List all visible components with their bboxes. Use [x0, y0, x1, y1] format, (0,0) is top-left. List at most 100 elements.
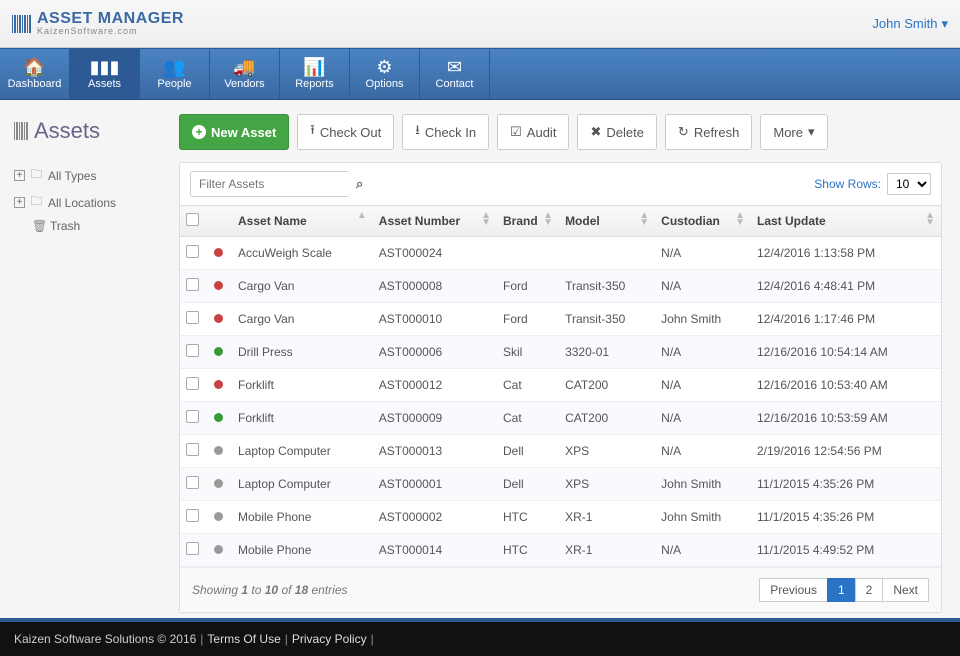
- table-row[interactable]: AccuWeigh ScaleAST000024N/A12/4/2016 1:1…: [180, 237, 941, 270]
- more-button[interactable]: More ▾: [760, 114, 827, 150]
- nav-reports[interactable]: 📊Reports: [280, 49, 350, 99]
- col-c1[interactable]: [208, 206, 232, 237]
- search-icon[interactable]: ⌕: [356, 176, 363, 192]
- select-all-checkbox[interactable]: [186, 213, 199, 226]
- pager-page-2[interactable]: 2: [855, 578, 884, 602]
- refresh-button[interactable]: ↻Refresh: [665, 114, 752, 150]
- expand-icon[interactable]: +: [14, 197, 25, 208]
- table-row[interactable]: Mobile PhoneAST000002HTCXR-1John Smith11…: [180, 501, 941, 534]
- cell-asset-name: Forklift: [232, 369, 373, 402]
- table-row[interactable]: Cargo VanAST000010FordTransit-350John Sm…: [180, 303, 941, 336]
- topbar: ASSET MANAGER KaizenSoftware.com John Sm…: [0, 0, 960, 48]
- row-checkbox[interactable]: [186, 410, 199, 423]
- show-rows-select[interactable]: 10: [887, 173, 931, 195]
- filter-input[interactable]: [197, 172, 356, 196]
- check-in-button[interactable]: ⭳Check In: [402, 114, 489, 150]
- filter-box: ⌕: [190, 171, 350, 197]
- sidebar: Assets +🗀All Types+🗀All Locations🗑Trash: [0, 100, 165, 618]
- cell-model: [559, 237, 655, 270]
- nav-options[interactable]: ⚙Options: [350, 49, 420, 99]
- cell-last-update: 11/1/2015 4:35:26 PM: [751, 468, 941, 501]
- assets-table: Asset Name▲Asset Number▲▼Brand▲▼Model▲▼C…: [180, 205, 941, 567]
- footer-privacy[interactable]: Privacy Policy: [292, 632, 367, 646]
- nav-contact[interactable]: ✉Contact: [420, 49, 490, 99]
- cell-last-update: 11/1/2015 4:35:26 PM: [751, 501, 941, 534]
- table-row[interactable]: Mobile PhoneAST000014HTCXR-1N/A11/1/2015…: [180, 534, 941, 567]
- sort-asc-icon: ▲: [357, 212, 367, 219]
- status-dot: [214, 347, 223, 356]
- cell-asset-number: AST000024: [373, 237, 497, 270]
- nav-vendors[interactable]: 🚚Vendors: [210, 49, 280, 99]
- row-checkbox[interactable]: [186, 476, 199, 489]
- tree-all-locations[interactable]: +🗀All Locations: [14, 189, 155, 216]
- pager-prev[interactable]: Previous: [759, 578, 828, 602]
- cell-model: CAT200: [559, 402, 655, 435]
- row-checkbox[interactable]: [186, 311, 199, 324]
- cell-custodian: N/A: [655, 336, 751, 369]
- pager: Previous 1 2 Next: [760, 578, 929, 602]
- delete-icon: ✖: [590, 124, 601, 140]
- barcode-icon: [12, 15, 31, 33]
- cell-asset-number: AST000013: [373, 435, 497, 468]
- check-out-button[interactable]: ⭱Check Out: [297, 114, 394, 150]
- table-row[interactable]: Cargo VanAST000008FordTransit-350N/A12/4…: [180, 270, 941, 303]
- people-icon: 👥: [163, 58, 185, 76]
- sidebar-title: Assets: [14, 118, 155, 144]
- row-checkbox[interactable]: [186, 245, 199, 258]
- nav-dashboard[interactable]: 🏠Dashboard: [0, 49, 70, 99]
- row-checkbox[interactable]: [186, 443, 199, 456]
- cell-last-update: 11/1/2015 4:49:52 PM: [751, 534, 941, 567]
- expand-icon[interactable]: +: [14, 170, 25, 181]
- sort-icon: ▲▼: [639, 212, 649, 226]
- col-c0[interactable]: [180, 206, 208, 237]
- cell-last-update: 12/4/2016 1:17:46 PM: [751, 303, 941, 336]
- pager-next[interactable]: Next: [882, 578, 929, 602]
- tree-trash[interactable]: 🗑Trash: [14, 216, 155, 236]
- col-model[interactable]: Model▲▼: [559, 206, 655, 237]
- mail-icon: ✉: [447, 58, 462, 76]
- col-custodian[interactable]: Custodian▲▼: [655, 206, 751, 237]
- audit-button[interactable]: ☑Audit: [497, 114, 569, 150]
- col-asset-name[interactable]: Asset Name▲: [232, 206, 373, 237]
- table-row[interactable]: ForkliftAST000012CatCAT200N/A12/16/2016 …: [180, 369, 941, 402]
- table-row[interactable]: ForkliftAST000009CatCAT200N/A12/16/2016 …: [180, 402, 941, 435]
- cell-brand: HTC: [497, 534, 559, 567]
- delete-button[interactable]: ✖Delete: [577, 114, 656, 150]
- row-checkbox[interactable]: [186, 509, 199, 522]
- col-asset-number[interactable]: Asset Number▲▼: [373, 206, 497, 237]
- new-asset-button[interactable]: + New Asset: [179, 114, 289, 150]
- row-checkbox[interactable]: [186, 344, 199, 357]
- pager-page-1[interactable]: 1: [827, 578, 856, 602]
- col-brand[interactable]: Brand▲▼: [497, 206, 559, 237]
- table-row[interactable]: Laptop ComputerAST000013DellXPSN/A2/19/2…: [180, 435, 941, 468]
- status-dot: [214, 314, 223, 323]
- cell-model: XPS: [559, 435, 655, 468]
- show-rows-label[interactable]: Show Rows:: [814, 177, 881, 191]
- logo-main: ASSET MANAGER: [37, 11, 184, 27]
- sort-icon: ▲▼: [481, 212, 491, 226]
- row-checkbox[interactable]: [186, 542, 199, 555]
- nav-people[interactable]: 👥People: [140, 49, 210, 99]
- user-menu[interactable]: John Smith ▾: [872, 16, 948, 32]
- col-last-update[interactable]: Last Update▲▼: [751, 206, 941, 237]
- cell-asset-name: Mobile Phone: [232, 501, 373, 534]
- cell-brand: Dell: [497, 468, 559, 501]
- cell-asset-number: AST000001: [373, 468, 497, 501]
- tree-all-types[interactable]: +🗀All Types: [14, 162, 155, 189]
- cell-asset-number: AST000014: [373, 534, 497, 567]
- barcode-icon: [14, 122, 28, 140]
- logo[interactable]: ASSET MANAGER KaizenSoftware.com: [12, 11, 184, 36]
- cell-asset-name: Drill Press: [232, 336, 373, 369]
- assets-panel: ⌕ Show Rows: 10 Asset Name▲Asset Number▲…: [179, 162, 942, 613]
- table-row[interactable]: Drill PressAST000006Skil3320-01N/A12/16/…: [180, 336, 941, 369]
- row-checkbox[interactable]: [186, 377, 199, 390]
- footer-terms[interactable]: Terms Of Use: [207, 632, 280, 646]
- row-checkbox[interactable]: [186, 278, 199, 291]
- trash-icon: 🗑: [32, 219, 45, 233]
- cell-last-update: 12/16/2016 10:53:40 AM: [751, 369, 941, 402]
- cell-asset-name: Cargo Van: [232, 270, 373, 303]
- nav-assets[interactable]: ▮▮▮Assets: [70, 49, 140, 99]
- cell-asset-number: AST000008: [373, 270, 497, 303]
- cell-asset-name: Forklift: [232, 402, 373, 435]
- table-row[interactable]: Laptop ComputerAST000001DellXPSJohn Smit…: [180, 468, 941, 501]
